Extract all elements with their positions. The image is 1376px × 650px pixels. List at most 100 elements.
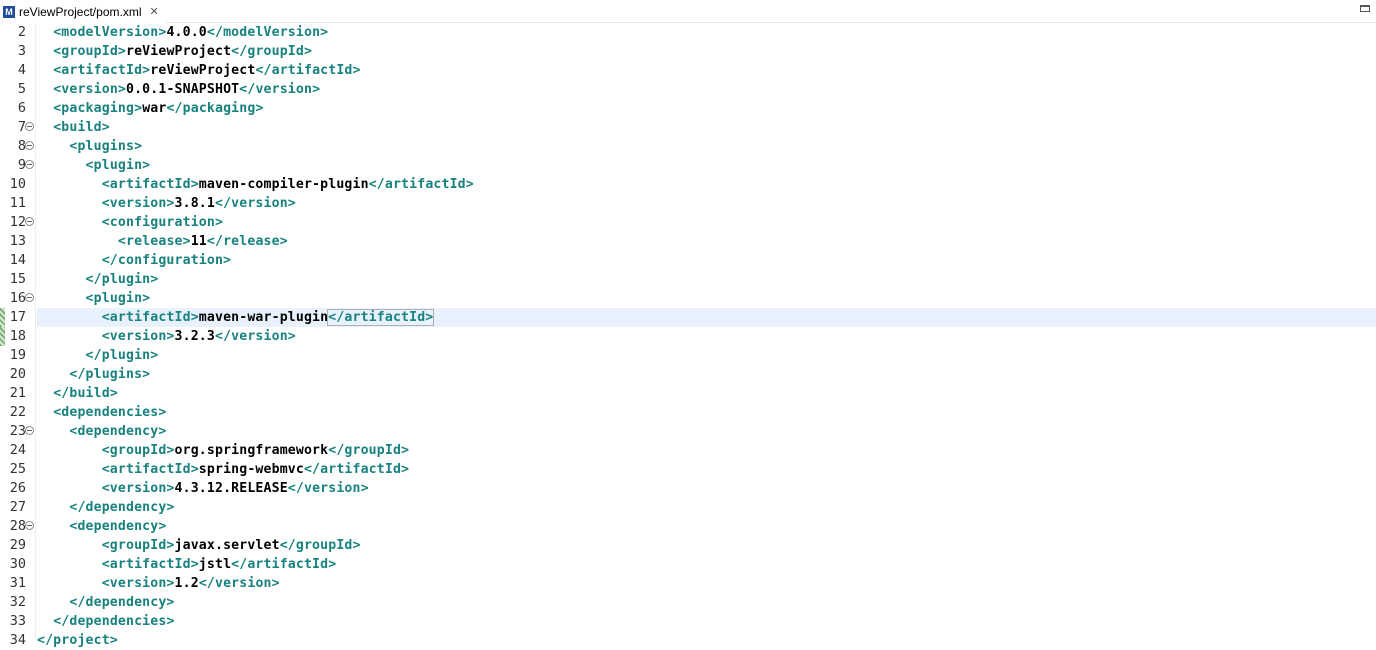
collapse-icon[interactable] — [25, 141, 34, 150]
code-line[interactable]: 9 <plugin> — [0, 156, 1376, 175]
xml-tag: </plugin> — [85, 272, 159, 287]
code-line[interactable]: 31 <version>1.2</version> — [0, 574, 1376, 593]
line-number: 24 — [9, 442, 26, 458]
xml-tag: </artifactId> — [231, 557, 337, 572]
xml-tag: </dependencies> — [53, 614, 175, 629]
xml-tag: <dependency> — [69, 424, 167, 439]
xml-tag: </packaging> — [166, 101, 264, 116]
xml-tag: <plugin> — [85, 158, 151, 173]
close-tab-icon[interactable]: ✕ — [149, 5, 158, 18]
line-number: 32 — [9, 594, 26, 610]
xml-value: 4.0.0 — [166, 25, 207, 40]
xml-tag: <groupId> — [101, 538, 175, 553]
code-line[interactable]: 16 <plugin> — [0, 289, 1376, 308]
code-line[interactable]: 28 <dependency> — [0, 517, 1376, 536]
xml-editor[interactable]: 2 <modelVersion>4.0.0</modelVersion> 3 <g… — [0, 23, 1376, 648]
code-line[interactable]: 33 </dependencies> — [0, 612, 1376, 631]
xml-value: org.springframework — [174, 443, 329, 458]
code-line[interactable]: 4 <artifactId>reViewProject</artifactId> — [0, 61, 1376, 80]
xml-tag: <version> — [101, 576, 175, 591]
minimize-icon[interactable] — [1360, 5, 1370, 12]
line-number: 9 — [17, 157, 26, 173]
code-line[interactable]: 24 <groupId>org.springframework</groupId… — [0, 441, 1376, 460]
xml-value: 4.3.12.RELEASE — [174, 481, 288, 496]
xml-tag: </artifactId> — [255, 63, 361, 78]
xml-value: reViewProject — [126, 44, 232, 59]
code-text: <groupId>org.springframework</groupId> — [37, 441, 1376, 460]
code-line[interactable]: 12 <configuration> — [0, 213, 1376, 232]
xml-value: 3.2.3 — [174, 329, 215, 344]
collapse-icon[interactable] — [25, 122, 34, 131]
line-number: 30 — [9, 556, 26, 572]
xml-tag: <version> — [53, 82, 126, 97]
code-line[interactable]: 18 <version>3.2.3</version> — [0, 327, 1376, 346]
xml-tag: <artifactId> — [101, 177, 199, 192]
xml-tag: <configuration> — [101, 215, 224, 230]
code-text: <artifactId>jstl</artifactId> — [37, 555, 1376, 574]
xml-value: 0.0.1-SNAPSHOT — [126, 82, 240, 97]
line-number: 14 — [9, 252, 26, 268]
code-line[interactable]: 19 </plugin> — [0, 346, 1376, 365]
code-line[interactable]: 5 <version>0.0.1-SNAPSHOT</version> — [0, 80, 1376, 99]
line-number: 23 — [9, 423, 26, 439]
line-number: 13 — [9, 233, 26, 249]
code-line[interactable]: 21 </build> — [0, 384, 1376, 403]
code-line[interactable]: 23 <dependency> — [0, 422, 1376, 441]
xml-tag: <artifactId> — [101, 310, 199, 325]
line-number: 25 — [9, 461, 26, 477]
xml-tag: <groupId> — [101, 443, 175, 458]
code-line[interactable]: 15 </plugin> — [0, 270, 1376, 289]
code-line[interactable]: 3 <groupId>reViewProject</groupId> — [0, 42, 1376, 61]
xml-tag: </version> — [214, 329, 296, 344]
code-line[interactable]: 13 <release>11</release> — [0, 232, 1376, 251]
xml-tag: </release> — [206, 234, 288, 249]
line-number: 4 — [17, 62, 26, 78]
collapse-icon[interactable] — [25, 426, 34, 435]
code-line[interactable]: 30 <artifactId>jstl</artifactId> — [0, 555, 1376, 574]
xml-tag: <version> — [101, 196, 175, 211]
code-line[interactable]: 20 </plugins> — [0, 365, 1376, 384]
text-caret — [433, 309, 435, 325]
xml-tag: </version> — [239, 82, 321, 97]
code-text: <version>0.0.1-SNAPSHOT</version> — [37, 80, 1376, 99]
collapse-icon[interactable] — [25, 217, 34, 226]
code-text: <plugin> — [37, 156, 1376, 175]
code-line[interactable]: 22 <dependencies> — [0, 403, 1376, 422]
line-number: 17 — [9, 309, 26, 325]
code-line[interactable]: 2 <modelVersion>4.0.0</modelVersion> — [0, 23, 1376, 42]
code-line[interactable]: 27 </dependency> — [0, 498, 1376, 517]
xml-value: 1.2 — [174, 576, 199, 591]
code-text: </build> — [37, 384, 1376, 403]
tab-title: reViewProject/pom.xml — [19, 4, 142, 19]
xml-value: jstl — [198, 557, 232, 572]
code-text: <version>3.2.3</version> — [37, 327, 1376, 346]
collapse-icon[interactable] — [25, 521, 34, 530]
code-line[interactable]: 25 <artifactId>spring-webmvc</artifactId… — [0, 460, 1376, 479]
line-number: 6 — [17, 100, 26, 116]
code-text: </dependency> — [37, 498, 1376, 517]
code-text: </dependency> — [37, 593, 1376, 612]
code-line[interactable]: 17 <artifactId>maven-war-plugin</artifac… — [0, 308, 1376, 327]
collapse-icon[interactable] — [25, 160, 34, 169]
code-line[interactable]: 32 </dependency> — [0, 593, 1376, 612]
code-line[interactable]: 6 <packaging>war</packaging> — [0, 99, 1376, 118]
line-number: 10 — [9, 176, 26, 192]
xml-tag: <packaging> — [53, 101, 143, 116]
code-text: </plugin> — [37, 346, 1376, 365]
code-line[interactable]: 8 <plugins> — [0, 137, 1376, 156]
code-line[interactable]: 14 </configuration> — [0, 251, 1376, 270]
xml-tag: </version> — [198, 576, 280, 591]
line-number: 26 — [9, 480, 26, 496]
xml-tag: </plugin> — [85, 348, 159, 363]
code-line[interactable]: 11 <version>3.8.1</version> — [0, 194, 1376, 213]
code-line[interactable]: 10 <artifactId>maven-compiler-plugin</ar… — [0, 175, 1376, 194]
line-number: 12 — [9, 214, 26, 230]
collapse-icon[interactable] — [25, 293, 34, 302]
xml-tag: </artifactId> — [303, 462, 410, 477]
code-text: <dependency> — [37, 517, 1376, 536]
code-line[interactable]: 26 <version>4.3.12.RELEASE</version> — [0, 479, 1376, 498]
tab-pom-xml[interactable]: M reViewProject/pom.xml ✕ — [0, 0, 166, 23]
code-line[interactable]: 29 <groupId>javax.servlet</groupId> — [0, 536, 1376, 555]
xml-tag: </artifactId> — [327, 309, 435, 326]
code-line[interactable]: 7 <build> — [0, 118, 1376, 137]
